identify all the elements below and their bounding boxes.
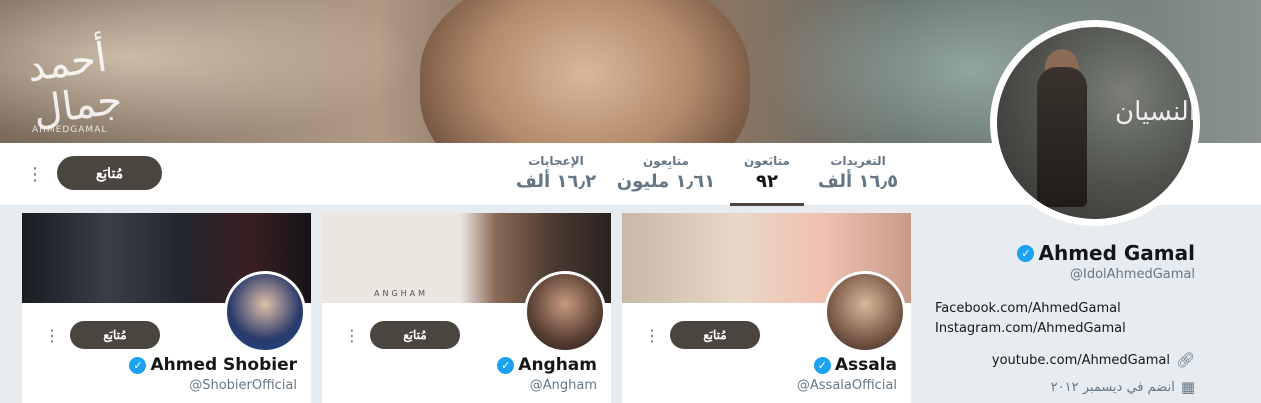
link-icon: 🔗︎ <box>1175 351 1195 369</box>
joined-text: انضم في ديسمبر ٢٠١٢ <box>1050 379 1175 395</box>
stat-tweets[interactable]: التغريدات ١٦٫٥ ألف <box>815 152 901 202</box>
avatar-figure <box>1037 67 1087 207</box>
banner-logo: أحمد جمال <box>24 34 125 135</box>
bio-line: Instagram.com/AhmedGamal <box>935 321 1126 336</box>
more-vertical-icon[interactable]: ⋮ <box>44 325 60 347</box>
following-button[interactable]: مُتابَع <box>370 321 460 349</box>
calendar-icon: ▦ <box>1180 378 1195 396</box>
avatar-script: النسيان <box>1115 97 1193 127</box>
user-card[interactable]: ⋮ مُتابَع ✓ Assala @AssalaOfficial <box>622 213 911 403</box>
stat-label: متابِعون <box>643 154 689 168</box>
more-vertical-icon[interactable]: ⋮ <box>644 325 660 347</box>
verified-badge-icon: ✓ <box>813 356 831 374</box>
card-avatar[interactable] <box>224 271 306 353</box>
website-text[interactable]: youtube.com/AhmedGamal <box>992 353 1170 368</box>
card-name[interactable]: ✓ Angham <box>497 355 597 375</box>
verified-badge-icon: ✓ <box>1017 244 1035 262</box>
user-card[interactable]: ⋮ مُتابَع ✓ Ahmed Shobier @ShobierOffici… <box>22 213 311 403</box>
banner-logo-text: AHMEDGAMAL <box>32 125 108 135</box>
card-avatar[interactable] <box>824 271 906 353</box>
card-name-text: Angham <box>518 355 597 375</box>
card-banner-text: ANGHAM <box>374 289 429 298</box>
stat-following[interactable]: متابَعون ٩٢ <box>730 152 804 206</box>
profile-name[interactable]: ✓ Ahmed Gamal <box>1017 241 1195 265</box>
profile-joined: انضم في ديسمبر ٢٠١٢ ▦ <box>1051 378 1195 396</box>
avatar[interactable]: النسيان <box>997 27 1193 219</box>
verified-badge-icon: ✓ <box>129 356 147 374</box>
stat-label: متابَعون <box>744 154 790 168</box>
card-handle[interactable]: @Angham <box>530 378 597 393</box>
card-name-text: Assala <box>834 355 897 375</box>
stat-likes[interactable]: الإعجابات ١٦٫٢ ألف <box>508 152 604 202</box>
stat-value: ١٦٫٢ ألف <box>515 171 597 192</box>
stat-value: ١٦٫٥ ألف <box>817 171 899 192</box>
profile-website[interactable]: youtube.com/AhmedGamal 🔗︎ <box>992 351 1195 369</box>
card-name[interactable]: ✓ Assala <box>813 355 897 375</box>
more-vertical-icon[interactable]: ⋮ <box>26 164 44 186</box>
verified-badge-icon: ✓ <box>497 356 515 374</box>
following-button[interactable]: مُتابَع <box>70 321 160 349</box>
stat-value: ٩٢ <box>756 171 778 192</box>
stat-label: التغريدات <box>830 154 886 168</box>
card-avatar[interactable] <box>524 271 606 353</box>
profile-name-text: Ahmed Gamal <box>1038 241 1195 265</box>
card-name[interactable]: ✓ Ahmed Shobier <box>129 355 297 375</box>
card-handle[interactable]: @AssalaOfficial <box>797 378 897 393</box>
more-vertical-icon[interactable]: ⋮ <box>344 325 360 347</box>
card-handle[interactable]: @ShobierOfficial <box>189 378 297 393</box>
banner-portrait <box>420 0 750 143</box>
following-button[interactable]: مُتابَع <box>670 321 760 349</box>
stat-label: الإعجابات <box>528 154 584 168</box>
stat-followers[interactable]: متابِعون ١٫٦١ مليون <box>616 152 716 202</box>
bio-line: Facebook.com/AhmedGamal <box>935 301 1121 316</box>
stat-value: ١٫٦١ مليون <box>616 171 716 192</box>
card-name-text: Ahmed Shobier <box>150 355 297 375</box>
profile-handle[interactable]: @IdolAhmedGamal <box>1070 267 1195 282</box>
user-card[interactable]: ANGHAM ⋮ مُتابَع ✓ Angham @Angham <box>322 213 611 403</box>
profile-bio: Facebook.com/AhmedGamal Instagram.com/Ah… <box>935 299 1126 339</box>
following-button[interactable]: مُتابَع <box>57 156 162 190</box>
